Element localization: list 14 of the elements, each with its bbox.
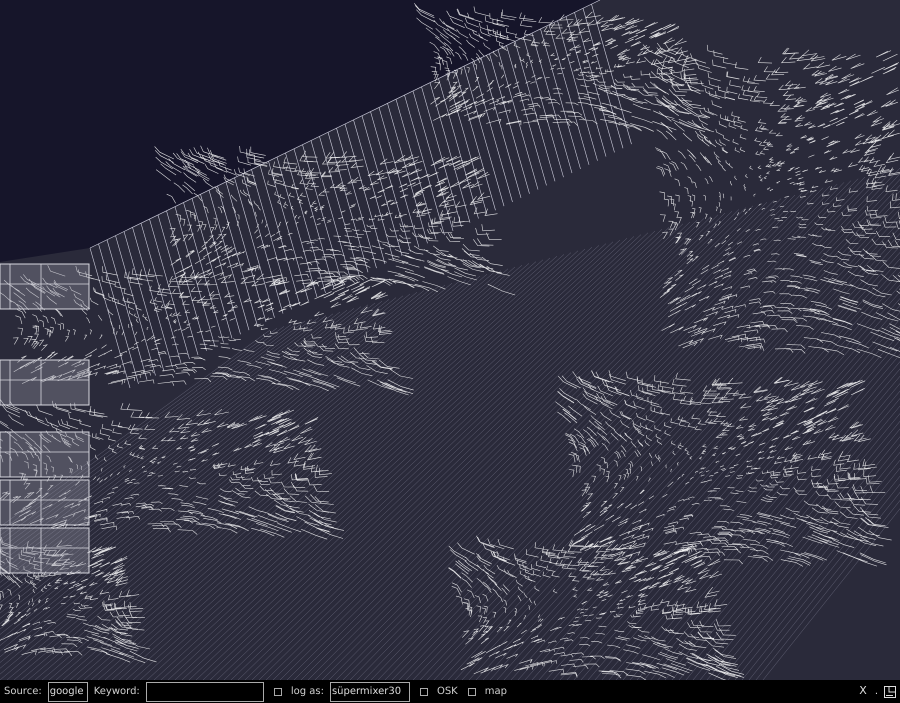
checkbox[interactable] bbox=[274, 688, 282, 696]
log-as-label: log as: bbox=[290, 685, 324, 699]
option-label: map bbox=[484, 685, 507, 699]
keyword-label: Keyword: bbox=[94, 685, 140, 699]
dot-text: . bbox=[874, 685, 878, 699]
source-field[interactable]: google bbox=[48, 682, 88, 702]
option-label: OSK bbox=[436, 685, 458, 699]
window-icon[interactable] bbox=[884, 686, 896, 698]
keyword-field[interactable] bbox=[146, 682, 264, 702]
close-button[interactable]: X bbox=[857, 683, 869, 700]
source-label: Source: bbox=[4, 685, 42, 699]
checkbox[interactable] bbox=[420, 688, 428, 696]
checkbox[interactable] bbox=[468, 688, 476, 696]
login-field[interactable]: süpermixer30 bbox=[330, 682, 410, 702]
